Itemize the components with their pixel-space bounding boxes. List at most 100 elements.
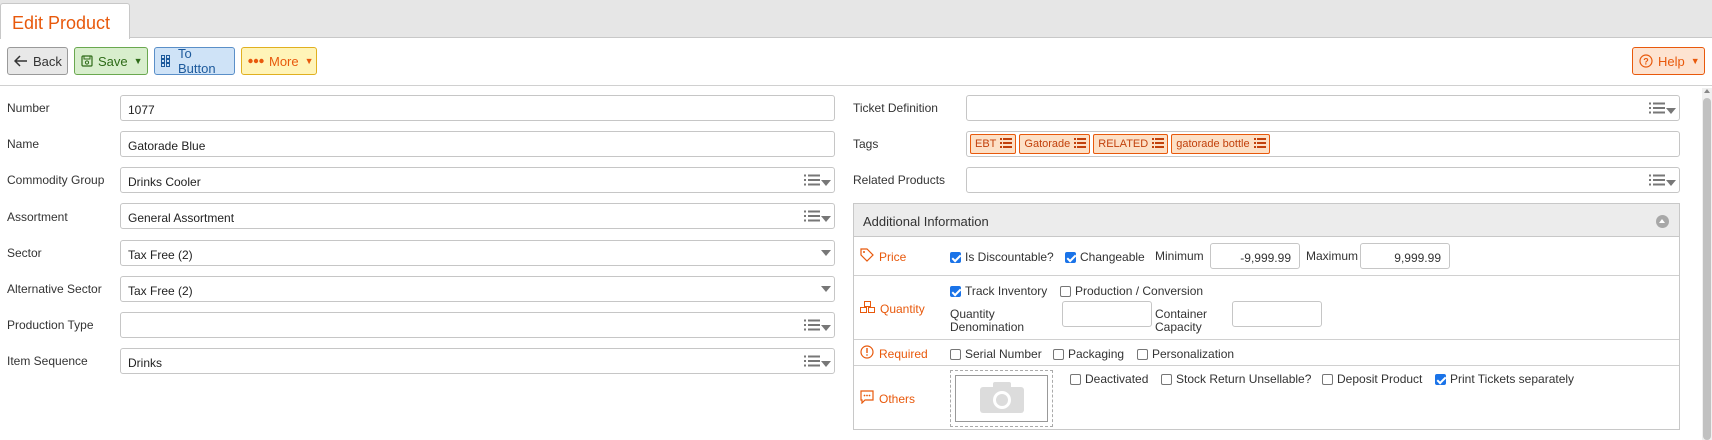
list-icon[interactable] <box>1649 102 1665 117</box>
chevron-down-icon[interactable] <box>1666 180 1676 186</box>
tag-chip[interactable]: Gatorade <box>1019 134 1091 154</box>
minimum-input[interactable]: -9,999.99 <box>1210 243 1300 269</box>
list-icon[interactable] <box>1649 174 1665 189</box>
chevron-down-icon: ▼ <box>304 56 314 66</box>
tags-field[interactable]: EBT Gatorade RELATED gatorade bottle <box>966 131 1680 157</box>
commodity-group-value: Drinks Cooler <box>128 175 201 189</box>
maximum-value: 9,999.99 <box>1394 251 1441 265</box>
production-type-label: Production Type <box>7 318 94 332</box>
list-icon[interactable] <box>1074 137 1087 151</box>
changeable-checkbox[interactable]: Changeable <box>1065 250 1145 264</box>
production-conversion-checkbox[interactable]: Production / Conversion <box>1060 284 1203 298</box>
alternative-sector-label: Alternative Sector <box>7 282 102 296</box>
quantity-section: Quantity Track Inventory Production / Co… <box>854 276 1679 340</box>
required-label: Required <box>879 346 928 361</box>
checkbox-unchecked[interactable] <box>950 348 961 360</box>
toolbar: Back Save ▼ To Button More ▼ ? Help ▼ <box>0 38 1712 86</box>
stock-return-unsellable-checkbox[interactable]: Stock Return Unsellable? <box>1161 372 1311 386</box>
chevron-down-icon[interactable] <box>1666 108 1676 114</box>
scrollbar-thumb[interactable] <box>1703 98 1711 440</box>
save-button[interactable]: Save ▼ <box>74 47 148 75</box>
personalization-checkbox[interactable]: Personalization <box>1137 347 1234 361</box>
chevron-down-icon[interactable] <box>821 216 831 222</box>
tag-chip[interactable]: EBT <box>970 134 1017 154</box>
more-label: More <box>269 53 299 69</box>
back-button[interactable]: Back <box>7 47 68 75</box>
assortment-select[interactable]: General Assortment <box>120 203 835 229</box>
panel-header[interactable]: Additional Information <box>854 204 1679 237</box>
ticket-definition-select[interactable] <box>966 95 1680 121</box>
tag-label: gatorade bottle <box>1176 138 1250 150</box>
production-type-select[interactable] <box>120 312 835 338</box>
checkbox-unchecked[interactable] <box>1161 373 1172 385</box>
others-label: Others <box>879 391 916 406</box>
question-icon: ? <box>1639 54 1653 68</box>
checkbox-unchecked[interactable] <box>1060 285 1071 297</box>
number-field[interactable]: 1077 <box>120 95 835 121</box>
tag-chip[interactable]: RELATED <box>1093 134 1169 154</box>
related-products-select[interactable] <box>966 167 1680 193</box>
to-button-button[interactable]: To Button <box>154 46 235 76</box>
tab-bar: Edit Product <box>0 0 1712 39</box>
container-capacity-label-line2: Capacity <box>1155 320 1202 334</box>
checkbox-checked[interactable] <box>950 285 961 297</box>
print-tickets-separately-checkbox[interactable]: Print Tickets separately <box>1435 372 1574 386</box>
tab-edit-product[interactable]: Edit Product <box>0 3 130 39</box>
chevron-down-icon[interactable] <box>821 180 831 186</box>
quantity-denomination-input[interactable] <box>1062 301 1152 327</box>
list-icon[interactable] <box>1152 137 1165 151</box>
to-button-label: To Button <box>178 46 216 76</box>
deposit-product-checkbox[interactable]: Deposit Product <box>1322 372 1422 386</box>
is-discountable-label: Is Discountable? <box>965 250 1054 264</box>
vertical-scrollbar[interactable] <box>1702 88 1712 440</box>
sector-select[interactable]: Tax Free (2) <box>120 240 835 266</box>
alternative-sector-select[interactable]: Tax Free (2) <box>120 276 835 302</box>
checkbox-checked[interactable] <box>1435 373 1446 385</box>
help-button[interactable]: ? Help ▼ <box>1632 47 1705 75</box>
list-icon[interactable] <box>804 210 820 225</box>
track-inventory-checkbox[interactable]: Track Inventory <box>950 284 1047 298</box>
checkbox-checked[interactable] <box>1065 251 1076 263</box>
checkbox-unchecked[interactable] <box>1322 373 1333 385</box>
packaging-checkbox[interactable]: Packaging <box>1053 347 1124 361</box>
list-icon[interactable] <box>804 355 820 370</box>
chevron-down-icon[interactable] <box>821 286 831 292</box>
tag-chip[interactable]: gatorade bottle <box>1171 134 1270 154</box>
item-sequence-select[interactable]: Drinks <box>120 348 835 374</box>
commodity-group-select[interactable]: Drinks Cooler <box>120 167 835 193</box>
is-discountable-checkbox[interactable]: Is Discountable? <box>950 250 1054 264</box>
chevron-down-icon: ▼ <box>133 56 143 66</box>
checkbox-unchecked[interactable] <box>1053 348 1064 360</box>
production-conversion-label: Production / Conversion <box>1075 284 1204 298</box>
collapse-icon[interactable] <box>1656 215 1669 228</box>
track-inventory-label: Track Inventory <box>965 284 1048 298</box>
grid-icon <box>161 55 173 67</box>
checkbox-unchecked[interactable] <box>1070 373 1081 385</box>
exclamation-circle-icon <box>860 345 874 362</box>
related-products-label: Related Products <box>853 173 946 187</box>
list-icon[interactable] <box>804 174 820 189</box>
chevron-down-icon[interactable] <box>821 325 831 331</box>
list-icon[interactable] <box>804 319 820 334</box>
container-capacity-input[interactable] <box>1232 301 1322 327</box>
list-icon[interactable] <box>1253 137 1266 151</box>
tag-icon <box>860 248 874 265</box>
more-button[interactable]: More ▼ <box>241 47 317 75</box>
tag-label: RELATED <box>1098 138 1149 150</box>
sector-value: Tax Free (2) <box>128 248 193 262</box>
save-label: Save <box>98 53 128 69</box>
maximum-input[interactable]: 9,999.99 <box>1360 243 1450 269</box>
scroll-up-icon[interactable] <box>1704 89 1710 93</box>
deactivated-checkbox[interactable]: Deactivated <box>1070 372 1148 386</box>
name-field[interactable]: Gatorade Blue <box>120 131 835 157</box>
product-image-upload[interactable] <box>950 370 1053 427</box>
chevron-down-icon[interactable] <box>821 361 831 367</box>
checkbox-checked[interactable] <box>950 251 961 263</box>
chat-icon <box>860 390 874 407</box>
chevron-down-icon[interactable] <box>821 250 831 256</box>
list-icon[interactable] <box>1000 137 1013 151</box>
checkbox-unchecked[interactable] <box>1137 348 1148 360</box>
others-section: Others Deactivated Stock Return Unsellab… <box>854 366 1679 429</box>
serial-number-checkbox[interactable]: Serial Number <box>950 347 1042 361</box>
name-label: Name <box>7 137 40 151</box>
